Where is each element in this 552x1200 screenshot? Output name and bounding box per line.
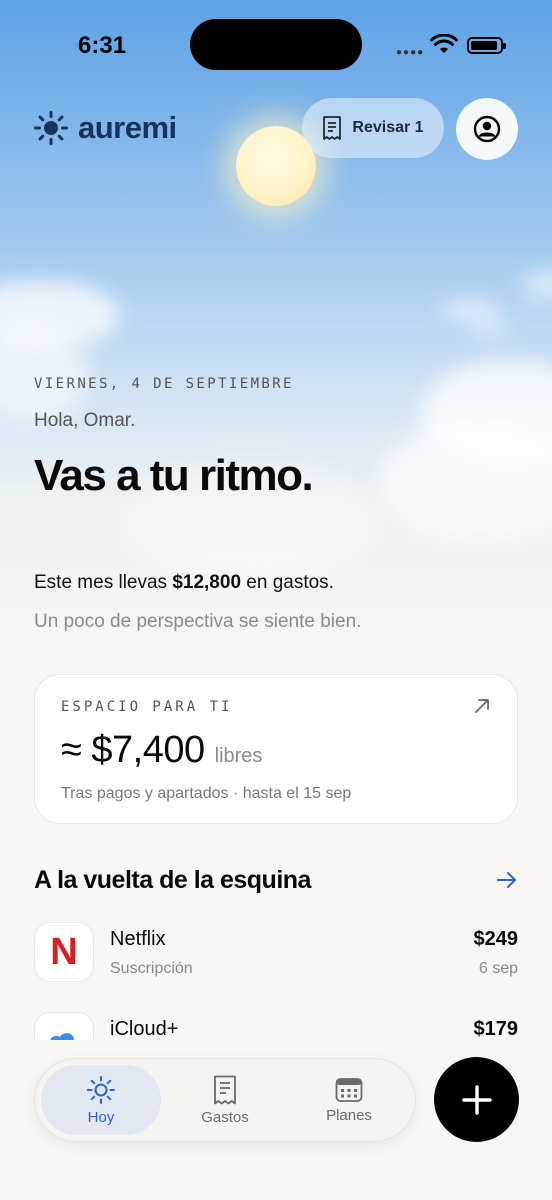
space-card-amount-row: ≈ $7,400 libres xyxy=(61,729,262,772)
signal-icon: ●●●● xyxy=(396,47,425,58)
status-time: 6:31 xyxy=(78,32,127,59)
summary-suffix: en gastos. xyxy=(241,572,334,593)
list-item[interactable]: N Netflix Suscripción $249 6 sep xyxy=(34,922,518,1012)
tab-hoy[interactable]: Hoy xyxy=(41,1065,161,1135)
item-amount: $249 xyxy=(473,928,519,950)
cloud-icon xyxy=(50,1033,74,1040)
upcoming-title: A la vuelta de la esquina xyxy=(34,866,311,894)
date-label: VIERNES, 4 DE SEPTIEMBRE xyxy=(34,376,294,392)
plus-icon xyxy=(461,1084,492,1115)
receipt-icon xyxy=(214,1075,236,1104)
space-card-amount-suffix: libres xyxy=(214,745,263,767)
receipt-icon xyxy=(323,116,342,140)
space-card[interactable]: ESPACIO PARA TI ≈ $7,400 libres Tras pag… xyxy=(34,674,518,824)
perspective-text: Un poco de perspectiva se siente bien. xyxy=(34,611,362,632)
tab-label: Planes xyxy=(326,1106,372,1124)
status-bar: 6:31 ●●●● xyxy=(0,0,552,90)
battery-icon xyxy=(467,37,506,54)
summary-prefix: Este mes llevas xyxy=(34,572,173,593)
item-subtitle: Suscripción xyxy=(110,960,193,977)
arrow-right-icon[interactable] xyxy=(496,870,518,890)
tab-label: Gastos xyxy=(201,1108,249,1126)
space-card-label: ESPACIO PARA TI xyxy=(61,699,233,715)
tab-gastos[interactable]: Gastos xyxy=(165,1065,285,1135)
netflix-logo-letter: N xyxy=(50,930,78,973)
greeting: Hola, Omar. xyxy=(34,410,136,431)
space-card-note: Tras pagos y apartados · hasta el 15 sep xyxy=(61,785,352,802)
arrow-up-right-icon xyxy=(475,699,489,713)
wifi-icon xyxy=(430,34,458,53)
brand-logo: auremi xyxy=(34,110,177,146)
item-name: iCloud+ xyxy=(110,1018,179,1040)
space-card-amount: ≈ $7,400 xyxy=(61,729,205,771)
spending-summary: Este mes llevas $12,800 en gastos. xyxy=(34,572,334,594)
profile-button[interactable] xyxy=(456,98,518,160)
summary-amount: $12,800 xyxy=(172,572,242,593)
upcoming-list: N Netflix Suscripción $249 6 sep iCloud+… xyxy=(34,922,518,1040)
review-button[interactable]: Revisar 1 xyxy=(302,98,444,158)
add-button[interactable] xyxy=(434,1057,519,1142)
netflix-logo: N xyxy=(34,922,94,982)
icloud-logo xyxy=(34,1012,94,1040)
sun-icon xyxy=(34,111,68,145)
dynamic-island xyxy=(190,19,362,70)
tab-planes[interactable]: Planes xyxy=(289,1065,409,1135)
user-icon xyxy=(473,115,501,143)
item-amount: $179 xyxy=(473,1018,519,1040)
tab-bar: Hoy Gastos Planes xyxy=(34,1058,416,1142)
review-button-label: Revisar 1 xyxy=(352,119,424,136)
item-date: 6 sep xyxy=(478,960,518,977)
headline: Vas a tu ritmo. xyxy=(34,451,314,500)
item-name: Netflix xyxy=(110,928,166,950)
calendar-icon xyxy=(335,1077,363,1102)
brand-name: auremi xyxy=(78,110,177,145)
tab-label: Hoy xyxy=(87,1108,115,1126)
sun-icon xyxy=(87,1075,115,1104)
list-item[interactable]: iCloud+ $179 xyxy=(34,1012,518,1040)
